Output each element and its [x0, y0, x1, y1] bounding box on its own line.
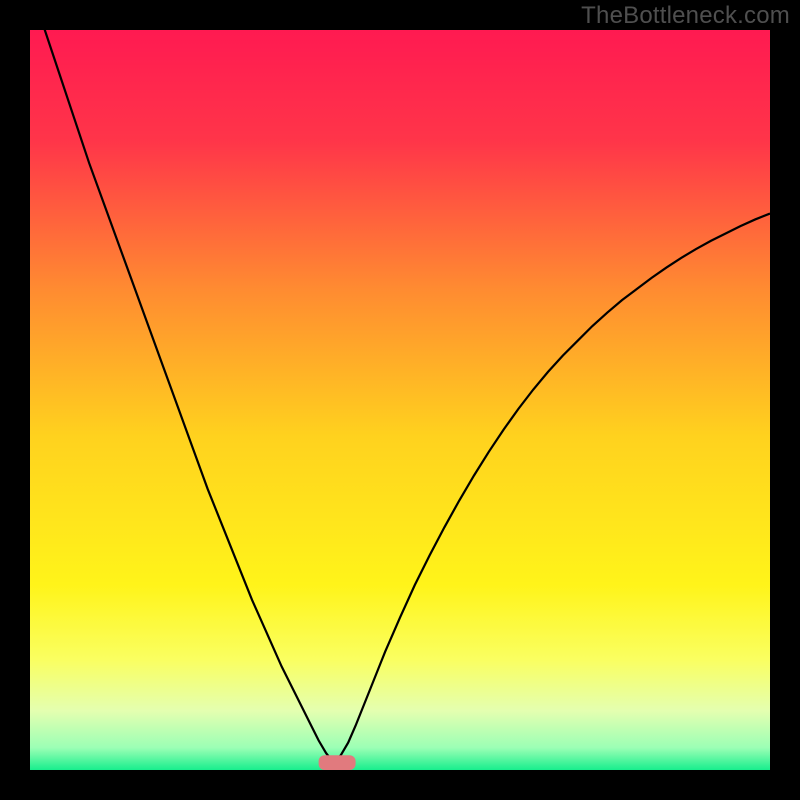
watermark-text: TheBottleneck.com: [581, 2, 790, 30]
optimum-marker: [319, 755, 356, 770]
plot-area: [30, 30, 770, 770]
chart-svg: [30, 30, 770, 770]
gradient-background: [30, 30, 770, 770]
chart-container: TheBottleneck.com: [0, 0, 800, 800]
